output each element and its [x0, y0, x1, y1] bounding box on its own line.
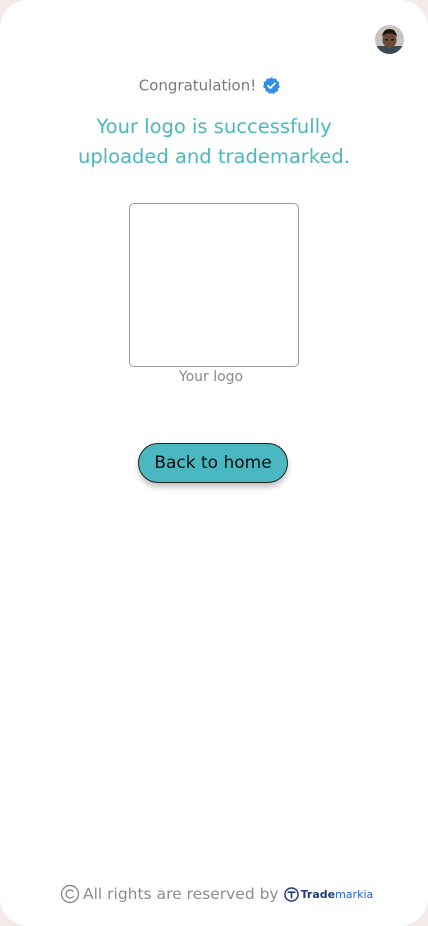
logo-caption: Your logo — [178, 369, 244, 385]
congrats-text: Congratulation! — [138, 76, 257, 95]
congrats-line: Congratulation! — [0, 76, 420, 95]
trademarkia-logo[interactable]: Trade markia — [283, 886, 374, 902]
rights-text: All rights are reserved by — [83, 885, 279, 903]
brand-name-part1: Trade — [300, 887, 336, 901]
success-headline: Your logo is successfully uploaded and t… — [78, 115, 350, 168]
back-to-home-button[interactable]: Back to home — [138, 443, 288, 483]
user-avatar-icon — [375, 25, 404, 54]
avatar[interactable] — [375, 25, 404, 54]
copyright-icon — [60, 884, 80, 904]
logo-preview-box — [129, 203, 299, 367]
trademarkia-logo-icon — [283, 886, 299, 902]
verified-badge-icon — [263, 77, 281, 94]
brand-name-part2: markia — [335, 887, 374, 901]
footer: All rights are reserved by Trade markia — [60, 884, 373, 904]
app-screen: Congratulation! Your logo is successfull… — [0, 0, 428, 926]
